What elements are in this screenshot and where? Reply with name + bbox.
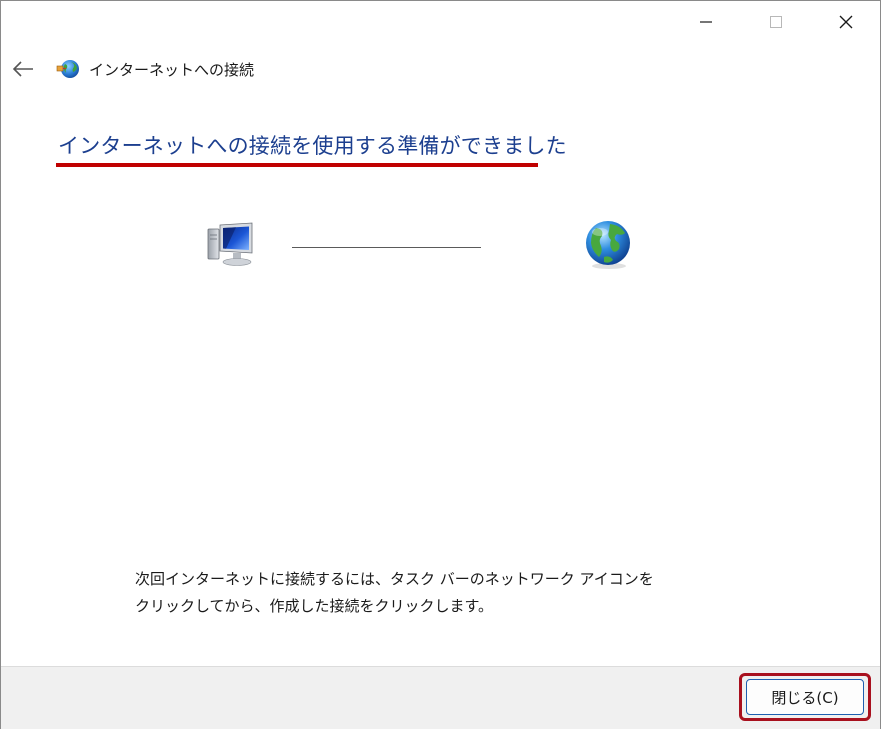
globe-icon [582,219,634,271]
maximize-button[interactable] [741,1,811,43]
window-close-button[interactable] [811,1,881,43]
network-globe-icon [56,57,80,81]
window-title: インターネットへの接続 [89,61,255,79]
back-arrow-icon [12,61,33,77]
minimize-icon [700,21,712,23]
instruction-text: 次回インターネットに接続するには、タスク バーのネットワーク アイコンをクリック… [135,570,654,615]
dialog-window: インターネットへの接続 インターネットへの接続を使用する準備ができました 次回イ… [0,0,881,729]
connection-line [292,247,481,248]
minimize-button[interactable] [671,1,741,43]
page-heading: インターネットへの接続を使用する準備ができました [58,134,567,158]
back-button[interactable] [9,55,37,83]
close-icon [839,15,853,29]
close-button[interactable]: 閉じる(C) [746,679,864,715]
maximize-icon [770,16,782,28]
computer-icon [206,221,260,267]
heading-highlight-underline [56,163,538,167]
